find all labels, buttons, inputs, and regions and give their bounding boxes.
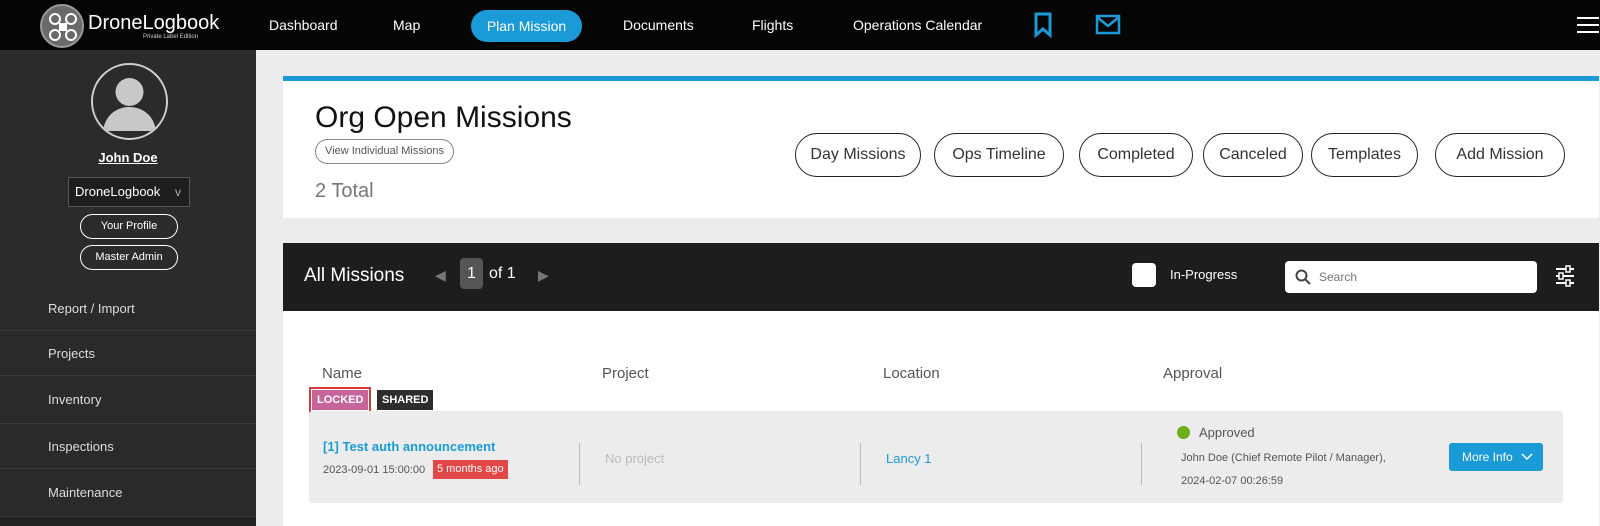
- column-header-approval[interactable]: Approval: [1163, 365, 1222, 382]
- shared-tag: SHARED: [377, 390, 434, 410]
- missions-title: All Missions: [304, 265, 405, 286]
- menu-icon[interactable]: [1577, 17, 1599, 33]
- in-progress-checkbox[interactable]: [1132, 263, 1156, 287]
- avatar[interactable]: [91, 63, 168, 140]
- page-count: of 1: [489, 265, 516, 282]
- view-individual-missions-button[interactable]: View Individual Missions: [315, 139, 455, 164]
- more-info-label: More Info: [1462, 450, 1513, 464]
- nav-operations-calendar[interactable]: Operations Calendar: [853, 17, 982, 33]
- search-icon: [1295, 269, 1311, 285]
- current-page[interactable]: 1: [460, 258, 483, 289]
- nav-map[interactable]: Map: [393, 17, 420, 33]
- column-header-location[interactable]: Location: [883, 365, 940, 382]
- approval-status: Approved: [1199, 425, 1255, 440]
- brand-edition: Private Label Edition: [143, 34, 199, 40]
- column-divider: [1141, 443, 1142, 485]
- top-navbar: DroneLogbook Private Label Edition Dashb…: [0, 0, 1600, 50]
- nav-plan-mission[interactable]: Plan Mission: [471, 10, 582, 42]
- drone-logo-icon[interactable]: [40, 4, 84, 48]
- chevron-down-icon: [1521, 443, 1533, 481]
- ops-timeline-button[interactable]: Ops Timeline: [934, 133, 1064, 177]
- more-info-button[interactable]: More Info: [1449, 443, 1543, 471]
- page-title: Org Open Missions: [315, 101, 572, 134]
- mail-icon[interactable]: [1095, 14, 1121, 41]
- chevron-down-icon: v: [175, 185, 181, 199]
- column-header-project[interactable]: Project: [602, 365, 649, 382]
- sidebar-item-projects[interactable]: Projects: [0, 331, 256, 376]
- mission-project: No project: [605, 451, 665, 466]
- missions-toolbar: All Missions ◀ 1 of 1 ▶ In-Progress: [283, 243, 1599, 311]
- sidebar-item-inspections[interactable]: Inspections: [0, 424, 256, 469]
- in-progress-label: In-Progress: [1170, 267, 1238, 282]
- your-profile-button[interactable]: Your Profile: [80, 214, 178, 239]
- missions-total: 2 Total: [315, 180, 374, 202]
- next-page-icon[interactable]: ▶: [538, 267, 549, 284]
- sidebar-item-inventory[interactable]: Inventory: [0, 376, 256, 424]
- mission-name-link[interactable]: [1] Test auth announcement: [323, 439, 495, 454]
- org-select-value: DroneLogbook: [75, 184, 161, 199]
- bookmark-icon[interactable]: [1033, 12, 1053, 43]
- nav-flights[interactable]: Flights: [752, 17, 793, 33]
- user-name-link[interactable]: John Doe: [0, 150, 256, 165]
- day-missions-button[interactable]: Day Missions: [795, 133, 921, 177]
- search-input[interactable]: [1319, 261, 1529, 293]
- search-box: [1285, 261, 1537, 293]
- approval-status-dot: [1177, 426, 1190, 439]
- templates-button[interactable]: Templates: [1311, 133, 1418, 177]
- sidebar-item-maintenance[interactable]: Maintenance: [0, 469, 256, 517]
- column-divider: [579, 443, 580, 485]
- mission-age-badge: 5 months ago: [433, 460, 508, 479]
- nav-documents[interactable]: Documents: [623, 17, 694, 33]
- brand-name[interactable]: DroneLogbook: [88, 12, 219, 35]
- completed-button[interactable]: Completed: [1079, 133, 1193, 177]
- sidebar-item-report-import[interactable]: Report / Import: [0, 286, 256, 331]
- org-select[interactable]: DroneLogbook v: [68, 177, 190, 207]
- missions-header-panel: Org Open Missions View Individual Missio…: [283, 76, 1599, 218]
- nav-dashboard[interactable]: Dashboard: [269, 17, 338, 33]
- sidebar-profile: John Doe DroneLogbook v Your Profile Mas…: [0, 50, 256, 291]
- master-admin-button[interactable]: Master Admin: [80, 245, 178, 270]
- sidebar: John Doe DroneLogbook v Your Profile Mas…: [0, 50, 256, 526]
- add-mission-button[interactable]: Add Mission: [1435, 133, 1565, 177]
- filter-sliders-icon[interactable]: [1555, 265, 1575, 292]
- mission-location-link[interactable]: Lancy 1: [886, 451, 932, 466]
- mission-date: 2023-09-01 15:00:00: [323, 464, 426, 476]
- approval-approver: John Doe (Chief Remote Pilot / Manager),: [1181, 452, 1386, 464]
- table-row: [1] Test auth announcement 2023-09-01 15…: [309, 411, 1563, 503]
- column-divider: [860, 443, 861, 485]
- prev-page-icon[interactable]: ◀: [435, 267, 446, 284]
- column-header-name[interactable]: Name: [322, 365, 362, 382]
- approval-timestamp: 2024-02-07 00:26:59: [1181, 475, 1284, 487]
- canceled-button[interactable]: Canceled: [1203, 133, 1303, 177]
- missions-table: Name Project Location Approval LOCKED SH…: [283, 311, 1599, 526]
- locked-tag: LOCKED: [308, 387, 372, 413]
